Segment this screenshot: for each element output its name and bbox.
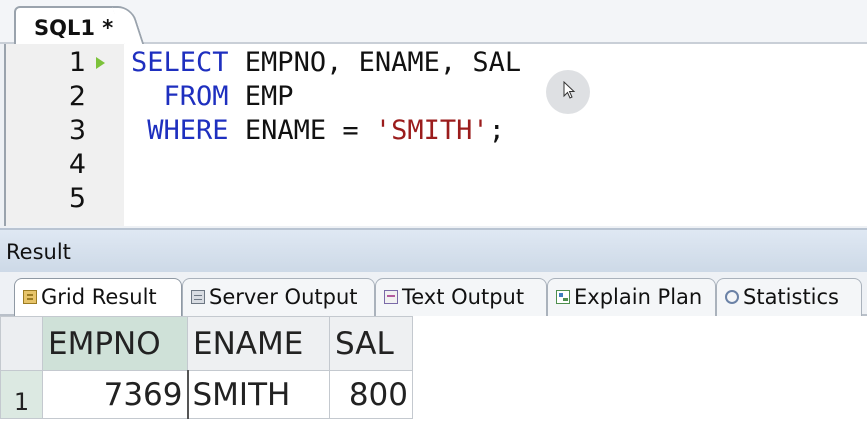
code-line[interactable]: 1 SELECT EMPNO, ENAME, SAL xyxy=(6,46,864,80)
code-token-keyword: FROM xyxy=(163,81,245,112)
tab-label: Server Output xyxy=(209,285,358,309)
line-number: 3 xyxy=(68,115,86,146)
tab-text-output[interactable]: Text Output xyxy=(375,278,547,316)
code-text: SELECT EMPNO, ENAME, SAL xyxy=(131,46,521,80)
mouse-pointer-icon xyxy=(563,81,576,99)
statistics-icon xyxy=(725,290,739,304)
cell-ename[interactable]: SMITH xyxy=(187,370,330,419)
code-token-keyword: SELECT xyxy=(131,47,245,78)
code-token-keyword: WHERE xyxy=(147,115,245,146)
tab-label: Explain Plan xyxy=(574,285,703,309)
cell-empno[interactable]: 7369 xyxy=(42,370,189,419)
grid-corner-cell[interactable] xyxy=(0,316,43,371)
tab-grid-result[interactable]: Grid Result xyxy=(14,278,182,318)
code-line[interactable]: 4 xyxy=(6,148,864,182)
grid-result-area[interactable]: EMPNO ENAME SAL 1 7369 SMITH 800 xyxy=(0,316,867,422)
line-number: 5 xyxy=(68,183,86,214)
code-text: WHERE ENAME = 'SMITH'; xyxy=(131,114,505,148)
editor-tab-label: SQL1 * xyxy=(34,16,114,40)
current-line-marker-icon xyxy=(96,57,105,69)
line-number: 1 xyxy=(68,47,86,78)
server-output-icon xyxy=(191,290,205,304)
code-token: EMPNO, ENAME, SAL xyxy=(244,47,522,78)
grid-header-row: EMPNO ENAME SAL xyxy=(0,316,413,371)
line-number: 4 xyxy=(68,149,86,180)
grid-result-icon xyxy=(23,290,37,304)
code-line[interactable]: 2 FROM EMP xyxy=(6,80,864,114)
sql-editor[interactable]: 1 SELECT EMPNO, ENAME, SAL 2 FROM EMP 3 … xyxy=(4,44,867,226)
line-number: 2 xyxy=(68,81,86,112)
tab-label: Text Output xyxy=(402,285,525,309)
tab-label: Grid Result xyxy=(41,285,157,309)
tab-explain-plan[interactable]: Explain Plan xyxy=(547,278,716,316)
tab-label: Statistics xyxy=(743,285,839,309)
tab-statistics[interactable]: Statistics xyxy=(716,278,862,316)
result-panel-header: Result xyxy=(0,228,867,272)
tab-curve xyxy=(111,6,145,44)
code-token: EMP xyxy=(244,81,294,112)
explain-plan-icon xyxy=(556,290,570,304)
row-number[interactable]: 1 xyxy=(0,370,43,419)
table-row[interactable]: 1 7369 SMITH 800 xyxy=(0,370,413,419)
cell-sal[interactable]: 800 xyxy=(329,370,413,419)
result-tab-bar: Grid Result Server Output Text Output Ex… xyxy=(0,272,867,318)
result-grid: EMPNO ENAME SAL 1 7369 SMITH 800 xyxy=(0,316,413,419)
column-header-sal[interactable]: SAL xyxy=(329,316,413,371)
column-header-ename[interactable]: ENAME xyxy=(187,316,330,371)
code-line[interactable]: 5 xyxy=(6,182,864,216)
result-panel-title: Result xyxy=(6,240,71,264)
code-token: ; xyxy=(488,115,505,146)
editor-tab-bar: SQL1 * xyxy=(0,0,867,44)
code-token-string: 'SMITH' xyxy=(374,115,489,146)
text-output-icon xyxy=(384,290,398,304)
tab-server-output[interactable]: Server Output xyxy=(182,278,375,316)
code-line[interactable]: 3 WHERE ENAME = 'SMITH'; xyxy=(6,114,864,148)
code-text: FROM EMP xyxy=(131,80,294,114)
code-token: ENAME = xyxy=(244,115,375,146)
editor-tab-sql1[interactable]: SQL1 * xyxy=(14,6,145,44)
column-header-empno[interactable]: EMPNO xyxy=(42,316,188,371)
